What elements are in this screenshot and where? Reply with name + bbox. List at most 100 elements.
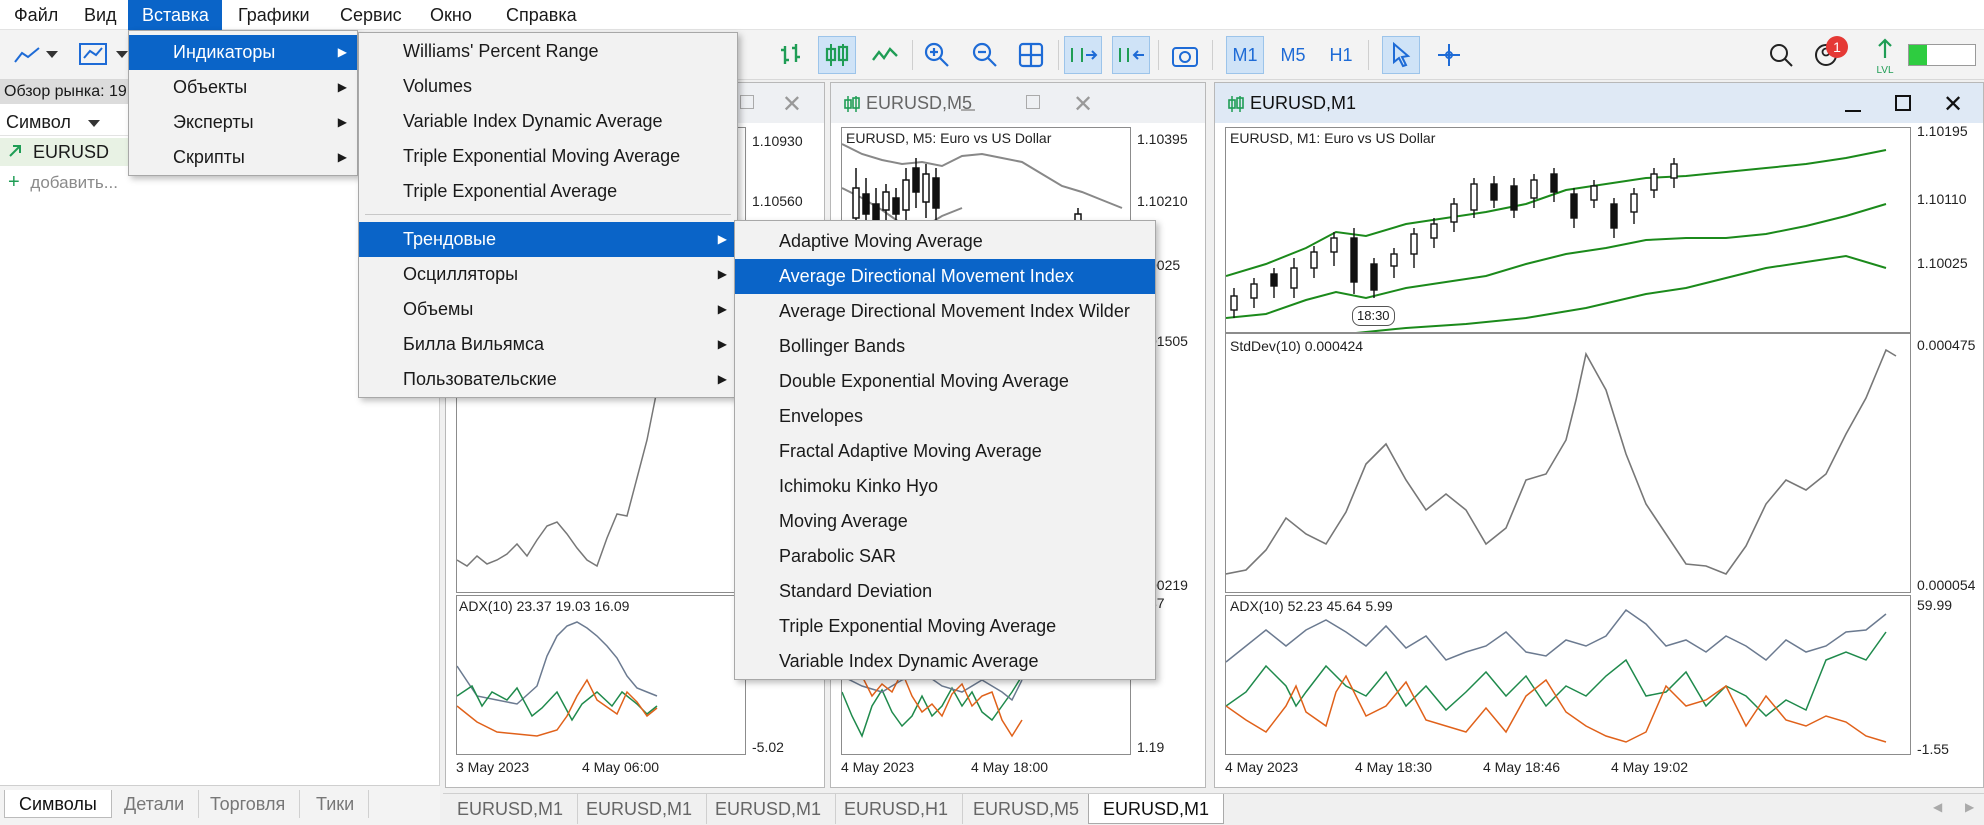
menu-item-adx[interactable]: Average Directional Movement Index <box>735 259 1155 294</box>
menu-item-vidya[interactable]: Variable Index Dynamic Average <box>735 644 1155 679</box>
date-label: 4 May 18:46 <box>1483 759 1561 775</box>
price-candles <box>1226 149 1887 332</box>
chart-tab[interactable]: EURUSD,M1 <box>701 794 837 824</box>
indicators-menu: Williams' Percent Range Volumes Variable… <box>358 32 738 398</box>
menu-item-envelopes[interactable]: Envelopes <box>735 399 1155 434</box>
menu-tools[interactable]: Сервис <box>326 0 416 30</box>
menu-item-recent[interactable]: Williams' Percent Range <box>359 34 737 69</box>
menu-item-recent[interactable]: Variable Index Dynamic Average <box>359 104 737 139</box>
adx-pane[interactable]: ADX(10) 23.37 19.03 16.09 <box>456 595 746 755</box>
maximize-icon[interactable] <box>740 95 754 109</box>
chart-tab[interactable]: EURUSD,M1 <box>443 794 579 824</box>
menu-item-experts[interactable]: Эксперты ▶ <box>129 105 357 140</box>
candlestick-chart-icon[interactable] <box>818 36 856 74</box>
price-pane[interactable]: EURUSD, M1: Euro vs US Dollar 18:30 <box>1225 127 1911 333</box>
date-label: 4 May 19:02 <box>1611 759 1689 775</box>
menu-item-custom[interactable]: Пользовательские ▶ <box>359 362 737 397</box>
panel-tabs: Символы Детали Торговля Тики <box>0 785 440 825</box>
menu-item-frama[interactable]: Fractal Adaptive Moving Average <box>735 434 1155 469</box>
menu-item-ma[interactable]: Moving Average <box>735 504 1155 539</box>
signal-icon[interactable]: LVL <box>1872 38 1898 76</box>
scroll-left-icon[interactable]: ◀ <box>1933 800 1942 814</box>
chart-shift-icon[interactable] <box>1112 36 1150 74</box>
menu-item-adx-wilder[interactable]: Average Directional Movement Index Wilde… <box>735 294 1155 329</box>
menu-view[interactable]: Вид <box>70 0 131 30</box>
chart-title: EURUSD,M5 <box>866 93 973 113</box>
indicator-chart-icon[interactable] <box>74 36 112 74</box>
menu-item-scripts[interactable]: Скрипты ▶ <box>129 140 357 175</box>
plus-icon: + <box>8 171 20 193</box>
menu-item-ichimoku[interactable]: Ichimoku Kinko Hyo <box>735 469 1155 504</box>
line-chart-icon[interactable] <box>8 36 46 74</box>
chart-tab[interactable]: EURUSD,H1 <box>830 794 964 824</box>
menu-item-recent[interactable]: Triple Exponential Moving Average <box>359 139 737 174</box>
menu-item-objects[interactable]: Объекты ▶ <box>129 70 357 105</box>
menu-item-indicators[interactable]: Индикаторы ▶ <box>129 35 357 70</box>
menu-item-bill-williams[interactable]: Билла Вильямса ▶ <box>359 327 737 362</box>
tab-symbols[interactable]: Символы <box>4 790 112 818</box>
cursor-icon[interactable] <box>1382 36 1420 74</box>
chart-tab[interactable]: EURUSD,M1 <box>572 794 708 824</box>
chart-tab-active[interactable]: EURUSD,M1 <box>1088 794 1225 824</box>
menu-help[interactable]: Справка <box>492 0 591 30</box>
close-icon[interactable]: ✕ <box>1943 85 1963 125</box>
menu-item-ama[interactable]: Adaptive Moving Average <box>735 224 1155 259</box>
date-label: 4 May 18:00 <box>971 759 1049 775</box>
autoscroll-icon[interactable] <box>1064 36 1102 74</box>
scroll-right-icon[interactable]: ▶ <box>1965 800 1974 814</box>
minimize-icon[interactable] <box>1845 110 1861 112</box>
zoom-out-icon[interactable] <box>966 36 1004 74</box>
trend-menu: Adaptive Moving Average Average Directio… <box>734 220 1156 680</box>
grid-icon[interactable] <box>1012 36 1050 74</box>
chart-title: EURUSD,M1 <box>1250 93 1357 113</box>
tab-ticks[interactable]: Тики <box>302 790 370 818</box>
chevron-down-icon[interactable] <box>42 36 62 74</box>
stddev-line <box>1226 348 1897 575</box>
line-mode-icon[interactable] <box>866 36 904 74</box>
menu-file[interactable]: Файл <box>0 0 72 30</box>
chart-tab[interactable]: EURUSD,M5 <box>959 794 1095 824</box>
search-icon[interactable] <box>1762 36 1800 74</box>
maximize-icon[interactable] <box>1895 95 1911 111</box>
menu-item-tema[interactable]: Triple Exponential Moving Average <box>735 609 1155 644</box>
price-label: 1.10025 <box>1917 255 1968 271</box>
menu-item-oscillators[interactable]: Осцилляторы ▶ <box>359 257 737 292</box>
menu-item-dema[interactable]: Double Exponential Moving Average <box>735 364 1155 399</box>
adx-min-label: -5.02 <box>752 739 784 755</box>
chart-title-bar: EURUSD,M1 ✕ <box>1215 83 1983 123</box>
tab-details[interactable]: Детали <box>110 790 200 818</box>
menu-charts[interactable]: Графики <box>224 0 324 30</box>
menu-window[interactable]: Окно <box>416 0 486 30</box>
zoom-in-icon[interactable] <box>918 36 956 74</box>
close-icon[interactable]: ✕ <box>782 85 802 125</box>
timeframe-h1[interactable]: H1 <box>1322 36 1360 74</box>
close-icon[interactable]: ✕ <box>1073 85 1093 125</box>
timeframe-m5[interactable]: M5 <box>1274 36 1312 74</box>
menu-item-psar[interactable]: Parabolic SAR <box>735 539 1155 574</box>
menu-item-volumes[interactable]: Объемы ▶ <box>359 292 737 327</box>
tab-trading[interactable]: Торговля <box>196 790 301 818</box>
notification-badge: 1 <box>1826 36 1848 58</box>
stddev-axis-label: 0.000475 <box>1917 337 1976 353</box>
menu-item-recent[interactable]: Volumes <box>359 69 737 104</box>
maximize-icon[interactable] <box>1026 95 1040 109</box>
crosshair-icon[interactable] <box>1430 36 1468 74</box>
time-marker: 18:30 <box>1352 306 1395 326</box>
stddev-pane[interactable]: StdDev(10) 0.000424 <box>1225 333 1911 593</box>
menu-insert[interactable]: Вставка <box>128 0 222 30</box>
menu-item-stddev[interactable]: Standard Deviation <box>735 574 1155 609</box>
timeframe-m1[interactable]: M1 <box>1226 36 1264 74</box>
menu-item-bollinger[interactable]: Bollinger Bands <box>735 329 1155 364</box>
menu-item-recent[interactable]: Triple Exponential Average <box>359 174 737 209</box>
menu-bar: Файл Вид Вставка Графики Сервис Окно Спр… <box>0 0 1984 30</box>
screenshot-icon[interactable] <box>1166 36 1204 74</box>
chevron-down-icon <box>87 120 100 127</box>
adx-pane[interactable]: ADX(10) 52.23 45.64 5.99 <box>1225 595 1911 755</box>
bar-chart-icon[interactable] <box>772 36 810 74</box>
minimize-icon[interactable] <box>961 109 975 111</box>
insert-menu: Индикаторы ▶ Объекты ▶ Эксперты ▶ Скрипты ▶ <box>128 30 358 176</box>
date-label: 4 May 2023 <box>1225 759 1299 775</box>
chart-window-3[interactable]: EURUSD,M1 ✕ EURUSD, M1: Euro vs US Dolla… <box>1214 82 1984 788</box>
menu-item-trend[interactable]: Трендовые ▶ <box>359 222 737 257</box>
date-label: 4 May 2023 <box>841 759 915 775</box>
